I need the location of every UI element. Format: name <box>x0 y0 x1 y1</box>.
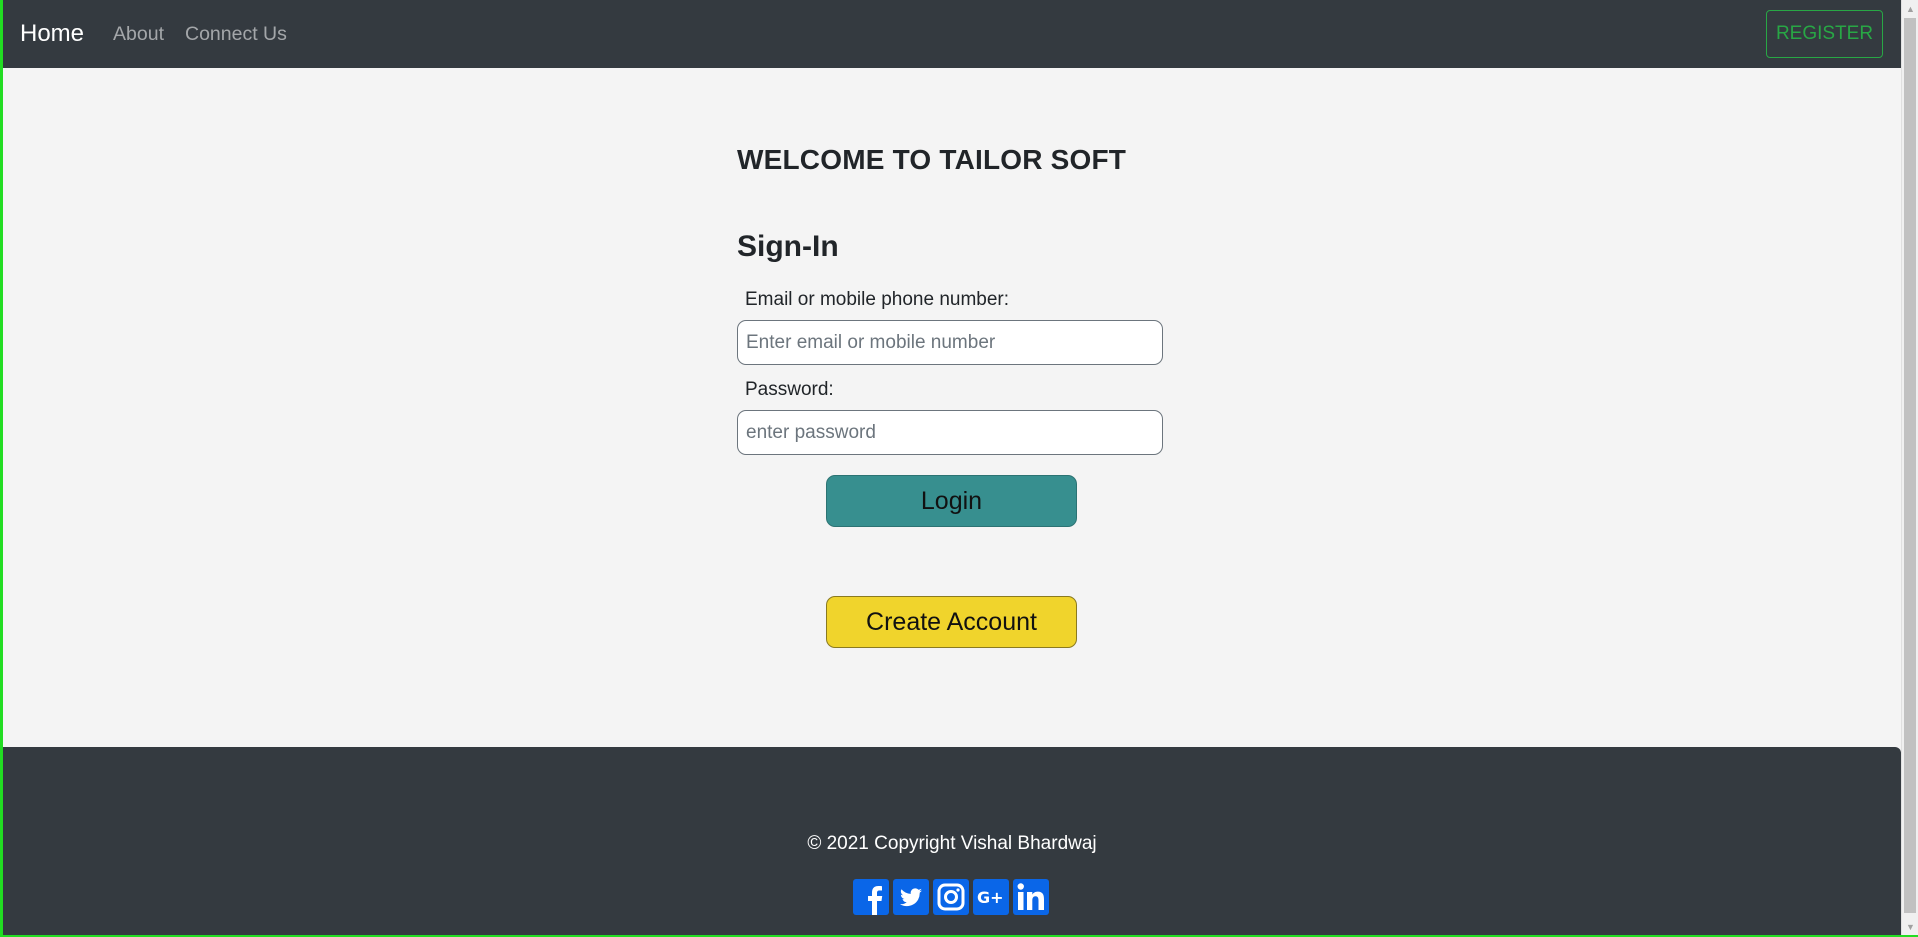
vertical-scrollbar[interactable]: ▲ ▼ <box>1901 0 1918 935</box>
top-navbar: Home About Connect Us REGISTER <box>3 0 1901 68</box>
signin-heading: Sign-In <box>737 230 839 263</box>
email-label: Email or mobile phone number: <box>745 289 1010 310</box>
login-button[interactable]: Login <box>826 475 1077 527</box>
create-account-button[interactable]: Create Account <box>826 596 1077 648</box>
copyright-text: © 2021 Copyright Vishal Bhardwaj <box>807 833 1097 854</box>
main-content: WELCOME TO TAILOR SOFT Sign-In Email or … <box>3 68 1901 747</box>
email-field[interactable] <box>737 320 1163 365</box>
scroll-up-arrow-icon[interactable]: ▲ <box>1902 0 1918 17</box>
nav-about-link[interactable]: About <box>113 23 164 46</box>
twitter-icon[interactable] <box>893 879 929 915</box>
svg-text:G+: G+ <box>977 888 1004 907</box>
scroll-thumb[interactable] <box>1904 18 1916 913</box>
nav-connect-link[interactable]: Connect Us <box>185 23 287 46</box>
google-plus-icon[interactable]: G+ <box>973 879 1009 915</box>
linkedin-icon[interactable] <box>1013 879 1049 915</box>
footer: © 2021 Copyright Vishal Bhardwaj G+ <box>3 747 1901 935</box>
social-links: G+ <box>853 879 1053 915</box>
facebook-icon[interactable] <box>853 879 889 915</box>
register-button[interactable]: REGISTER <box>1766 10 1883 58</box>
scroll-down-arrow-icon[interactable]: ▼ <box>1902 918 1918 935</box>
instagram-icon[interactable] <box>933 879 969 915</box>
page-title: WELCOME TO TAILOR SOFT <box>737 144 1127 175</box>
password-label: Password: <box>745 379 834 400</box>
nav-home-link[interactable]: Home <box>20 20 84 48</box>
password-field[interactable] <box>737 410 1163 455</box>
